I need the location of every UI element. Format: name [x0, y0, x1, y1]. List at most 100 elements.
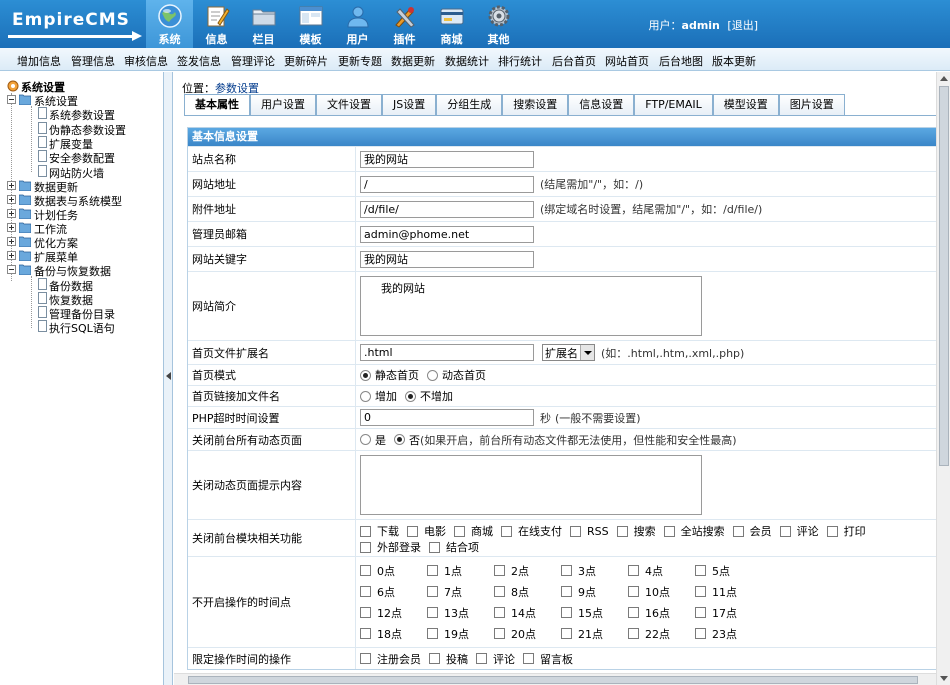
sidebar-splitter[interactable] [163, 72, 173, 685]
horizontal-scrollbar[interactable] [174, 673, 936, 685]
subnav-manage-info[interactable]: 管理信息 [71, 53, 115, 69]
nav-info[interactable]: 信息 [193, 0, 240, 48]
site-url-input[interactable]: / [360, 175, 534, 193]
tab-basic[interactable]: 基本属性 [184, 94, 250, 116]
radio-unchecked[interactable] [360, 390, 371, 402]
close-member-checkbox[interactable]: 会员 [732, 523, 772, 539]
hour-checkbox-4[interactable]: 4点 [628, 560, 687, 581]
hour-checkbox-2[interactable]: 2点 [494, 560, 553, 581]
hour-checkbox-10[interactable]: 10点 [628, 581, 687, 602]
vertical-scrollbar[interactable] [936, 72, 950, 685]
checkbox[interactable] [628, 628, 639, 639]
expand-icon[interactable] [7, 195, 16, 204]
intro-textarea[interactable]: 我的网站 [360, 276, 702, 336]
checkbox[interactable] [561, 586, 572, 597]
subnav-admin-map[interactable]: 后台地图 [659, 53, 703, 69]
keywords-input[interactable]: 我的网站 [360, 250, 534, 268]
tab-file[interactable]: 文件设置 [316, 94, 382, 116]
limit-guestbook-checkbox[interactable]: 留言板 [523, 651, 573, 667]
nav-other[interactable]: 其他 [475, 0, 522, 48]
limit-submit-checkbox[interactable]: 投稿 [429, 651, 468, 667]
expand-icon[interactable] [7, 181, 16, 190]
checkbox[interactable] [628, 586, 639, 597]
hour-checkbox-5[interactable]: 5点 [695, 560, 754, 581]
hour-checkbox-9[interactable]: 9点 [561, 581, 620, 602]
subnav-version-update[interactable]: 版本更新 [712, 53, 756, 69]
tab-ftp-email[interactable]: FTP/EMAIL [634, 94, 713, 116]
tab-model[interactable]: 模型设置 [712, 94, 779, 116]
checkbox[interactable] [501, 525, 512, 537]
hour-checkbox-3[interactable]: 3点 [561, 560, 620, 581]
close-movie-checkbox[interactable]: 电影 [407, 523, 446, 539]
checkbox[interactable] [561, 628, 572, 639]
subnav-data-stats[interactable]: 数据统计 [445, 53, 489, 69]
index-ext-select[interactable]: 扩展名 [542, 344, 595, 361]
hour-checkbox-15[interactable]: 15点 [561, 602, 620, 623]
scroll-down-icon[interactable] [940, 676, 948, 681]
tab-group-gen[interactable]: 分组生成 [436, 94, 503, 116]
hour-checkbox-23[interactable]: 23点 [695, 623, 754, 644]
attach-url-input[interactable]: /d/file/ [360, 200, 534, 218]
nav-plugin[interactable]: 插件 [381, 0, 428, 48]
subnav-admin-home[interactable]: 后台首页 [552, 53, 596, 69]
close-shop-checkbox[interactable]: 商城 [454, 523, 493, 539]
collapse-icon[interactable] [7, 95, 16, 104]
hour-checkbox-22[interactable]: 22点 [628, 623, 687, 644]
scroll-thumb[interactable] [188, 676, 918, 684]
checkbox[interactable] [826, 525, 838, 537]
hour-checkbox-21[interactable]: 21点 [561, 623, 620, 644]
radio-checked[interactable] [360, 369, 371, 381]
scroll-thumb[interactable] [939, 86, 949, 466]
hour-checkbox-0[interactable]: 0点 [360, 560, 419, 581]
close-fullsearch-checkbox[interactable]: 全站搜索 [663, 523, 725, 539]
nav-template[interactable]: 模板 [287, 0, 334, 48]
close-payment-checkbox[interactable]: 在线支付 [501, 523, 562, 539]
checkbox[interactable] [695, 628, 706, 639]
expand-icon[interactable] [7, 223, 16, 232]
checkbox[interactable] [779, 525, 791, 537]
limit-register-checkbox[interactable]: 注册会员 [360, 651, 421, 667]
hour-checkbox-18[interactable]: 18点 [360, 623, 419, 644]
tab-search[interactable]: 搜索设置 [502, 94, 569, 116]
close-extlogin-checkbox[interactable]: 外部登录 [360, 539, 421, 555]
index-mode-dynamic-radio[interactable]: 动态首页 [427, 367, 486, 383]
limit-comment-checkbox[interactable]: 评论 [476, 651, 515, 667]
checkbox[interactable] [427, 628, 438, 639]
subnav-review-info[interactable]: 审核信息 [124, 53, 168, 69]
expand-icon[interactable] [7, 209, 16, 218]
checkbox[interactable] [561, 607, 572, 618]
php-timeout-input[interactable]: 0 [360, 409, 534, 426]
index-ext-input[interactable]: .html [360, 344, 534, 361]
subnav-issue-info[interactable]: 签发信息 [177, 53, 221, 69]
index-link-add-radio[interactable]: 增加 [360, 388, 397, 404]
radio-unchecked[interactable] [427, 369, 438, 381]
subnav-add-info[interactable]: 增加信息 [17, 53, 61, 69]
checkbox[interactable] [407, 525, 418, 537]
subnav-data-update[interactable]: 数据更新 [391, 53, 435, 69]
close-dynamic-yes-radio[interactable]: 是 [360, 432, 386, 448]
close-combine-checkbox[interactable]: 结合项 [429, 539, 479, 555]
radio-unchecked[interactable] [360, 434, 371, 445]
close-search-checkbox[interactable]: 搜索 [616, 523, 656, 539]
tab-info[interactable]: 信息设置 [568, 94, 635, 116]
tab-image[interactable]: 图片设置 [778, 94, 845, 116]
close-download-checkbox[interactable]: 下载 [360, 523, 399, 539]
tab-js[interactable]: JS设置 [382, 94, 437, 116]
close-print-checkbox[interactable]: 打印 [826, 523, 866, 539]
checkbox[interactable] [360, 653, 371, 664]
checkbox[interactable] [360, 628, 371, 639]
checkbox[interactable] [427, 565, 438, 576]
hour-checkbox-16[interactable]: 16点 [628, 602, 687, 623]
checkbox[interactable] [628, 607, 639, 618]
subnav-update-topics[interactable]: 更新专题 [338, 53, 382, 69]
checkbox[interactable] [494, 586, 505, 597]
scroll-up-icon[interactable] [940, 76, 948, 81]
subnav-site-home[interactable]: 网站首页 [605, 53, 649, 69]
hour-checkbox-1[interactable]: 1点 [427, 560, 486, 581]
close-msg-textarea[interactable] [360, 455, 702, 515]
index-mode-static-radio[interactable]: 静态首页 [360, 367, 419, 383]
close-comment-checkbox[interactable]: 评论 [779, 523, 819, 539]
expand-icon[interactable] [7, 237, 16, 246]
nav-system[interactable]: 系统 [146, 0, 193, 48]
empirecms-logo[interactable]: EmpireCMS [6, 8, 144, 42]
